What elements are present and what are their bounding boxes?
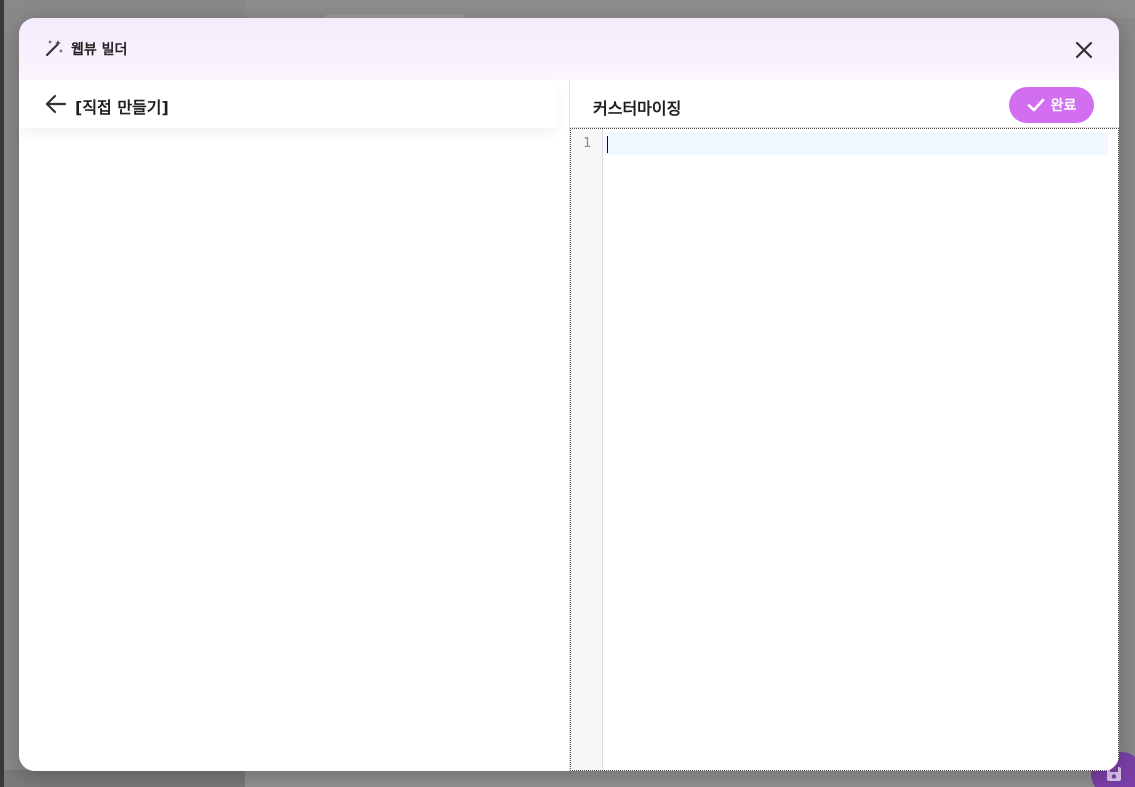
left-pane-toolbar: [직접 만들기] [19,80,556,128]
code-text-area[interactable] [607,135,1107,755]
background-content-panel [245,770,1135,787]
builder-left-pane: [직접 만들기] [19,80,569,771]
back-button[interactable] [44,92,68,116]
arrow-left-icon [45,94,67,114]
code-editor[interactable]: 1 [570,128,1119,771]
left-pane-title: [직접 만들기] [75,98,169,117]
editor-gutter: 1 [571,129,603,770]
webview-builder-modal: 웹뷰 빌더 [직접 만들기] 커스터마이징 완료 1 [19,18,1119,771]
right-pane-title: 커스터마이징 [593,99,682,118]
customizing-pane: 커스터마이징 완료 1 [569,80,1119,771]
background-sidebar-edge [0,0,4,787]
close-button[interactable] [1071,37,1097,63]
modal-header: 웹뷰 빌더 [19,18,1119,80]
check-icon [1027,98,1044,112]
line-number: 1 [583,136,591,151]
close-icon [1075,41,1093,59]
modal-title: 웹뷰 빌더 [71,42,128,58]
right-pane-toolbar: 커스터마이징 완료 [570,80,1119,128]
magic-wand-icon [44,38,64,58]
done-button[interactable]: 완료 [1009,87,1094,123]
background-left-panel [4,770,245,787]
done-button-label: 완료 [1050,98,1077,114]
